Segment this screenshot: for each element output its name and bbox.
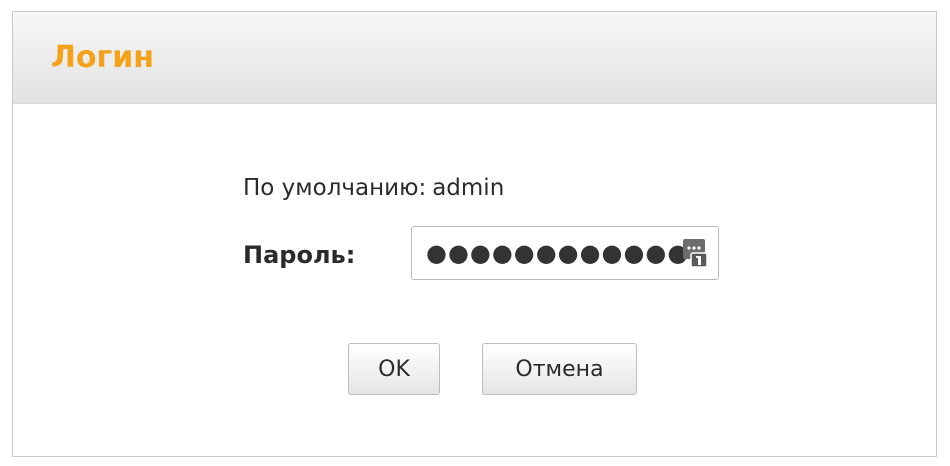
login-dialog: Логин По умолчанию: admin Пароль: ●●●●●●●…: [12, 11, 937, 457]
default-credentials: По умолчанию: admin: [243, 174, 504, 202]
ok-button[interactable]: OK: [348, 343, 440, 395]
password-field[interactable]: ●●●●●●●●●●●●: [411, 226, 719, 280]
dialog-header: Логин: [13, 12, 936, 104]
dialog-title: Логин: [51, 40, 154, 75]
default-value: admin: [432, 175, 505, 201]
keyring-icon[interactable]: [682, 237, 710, 269]
password-value[interactable]: ●●●●●●●●●●●●: [426, 239, 689, 267]
cancel-button[interactable]: Отмена: [482, 343, 637, 395]
default-label: По умолчанию:: [243, 175, 427, 201]
password-label: Пароль:: [243, 241, 356, 269]
